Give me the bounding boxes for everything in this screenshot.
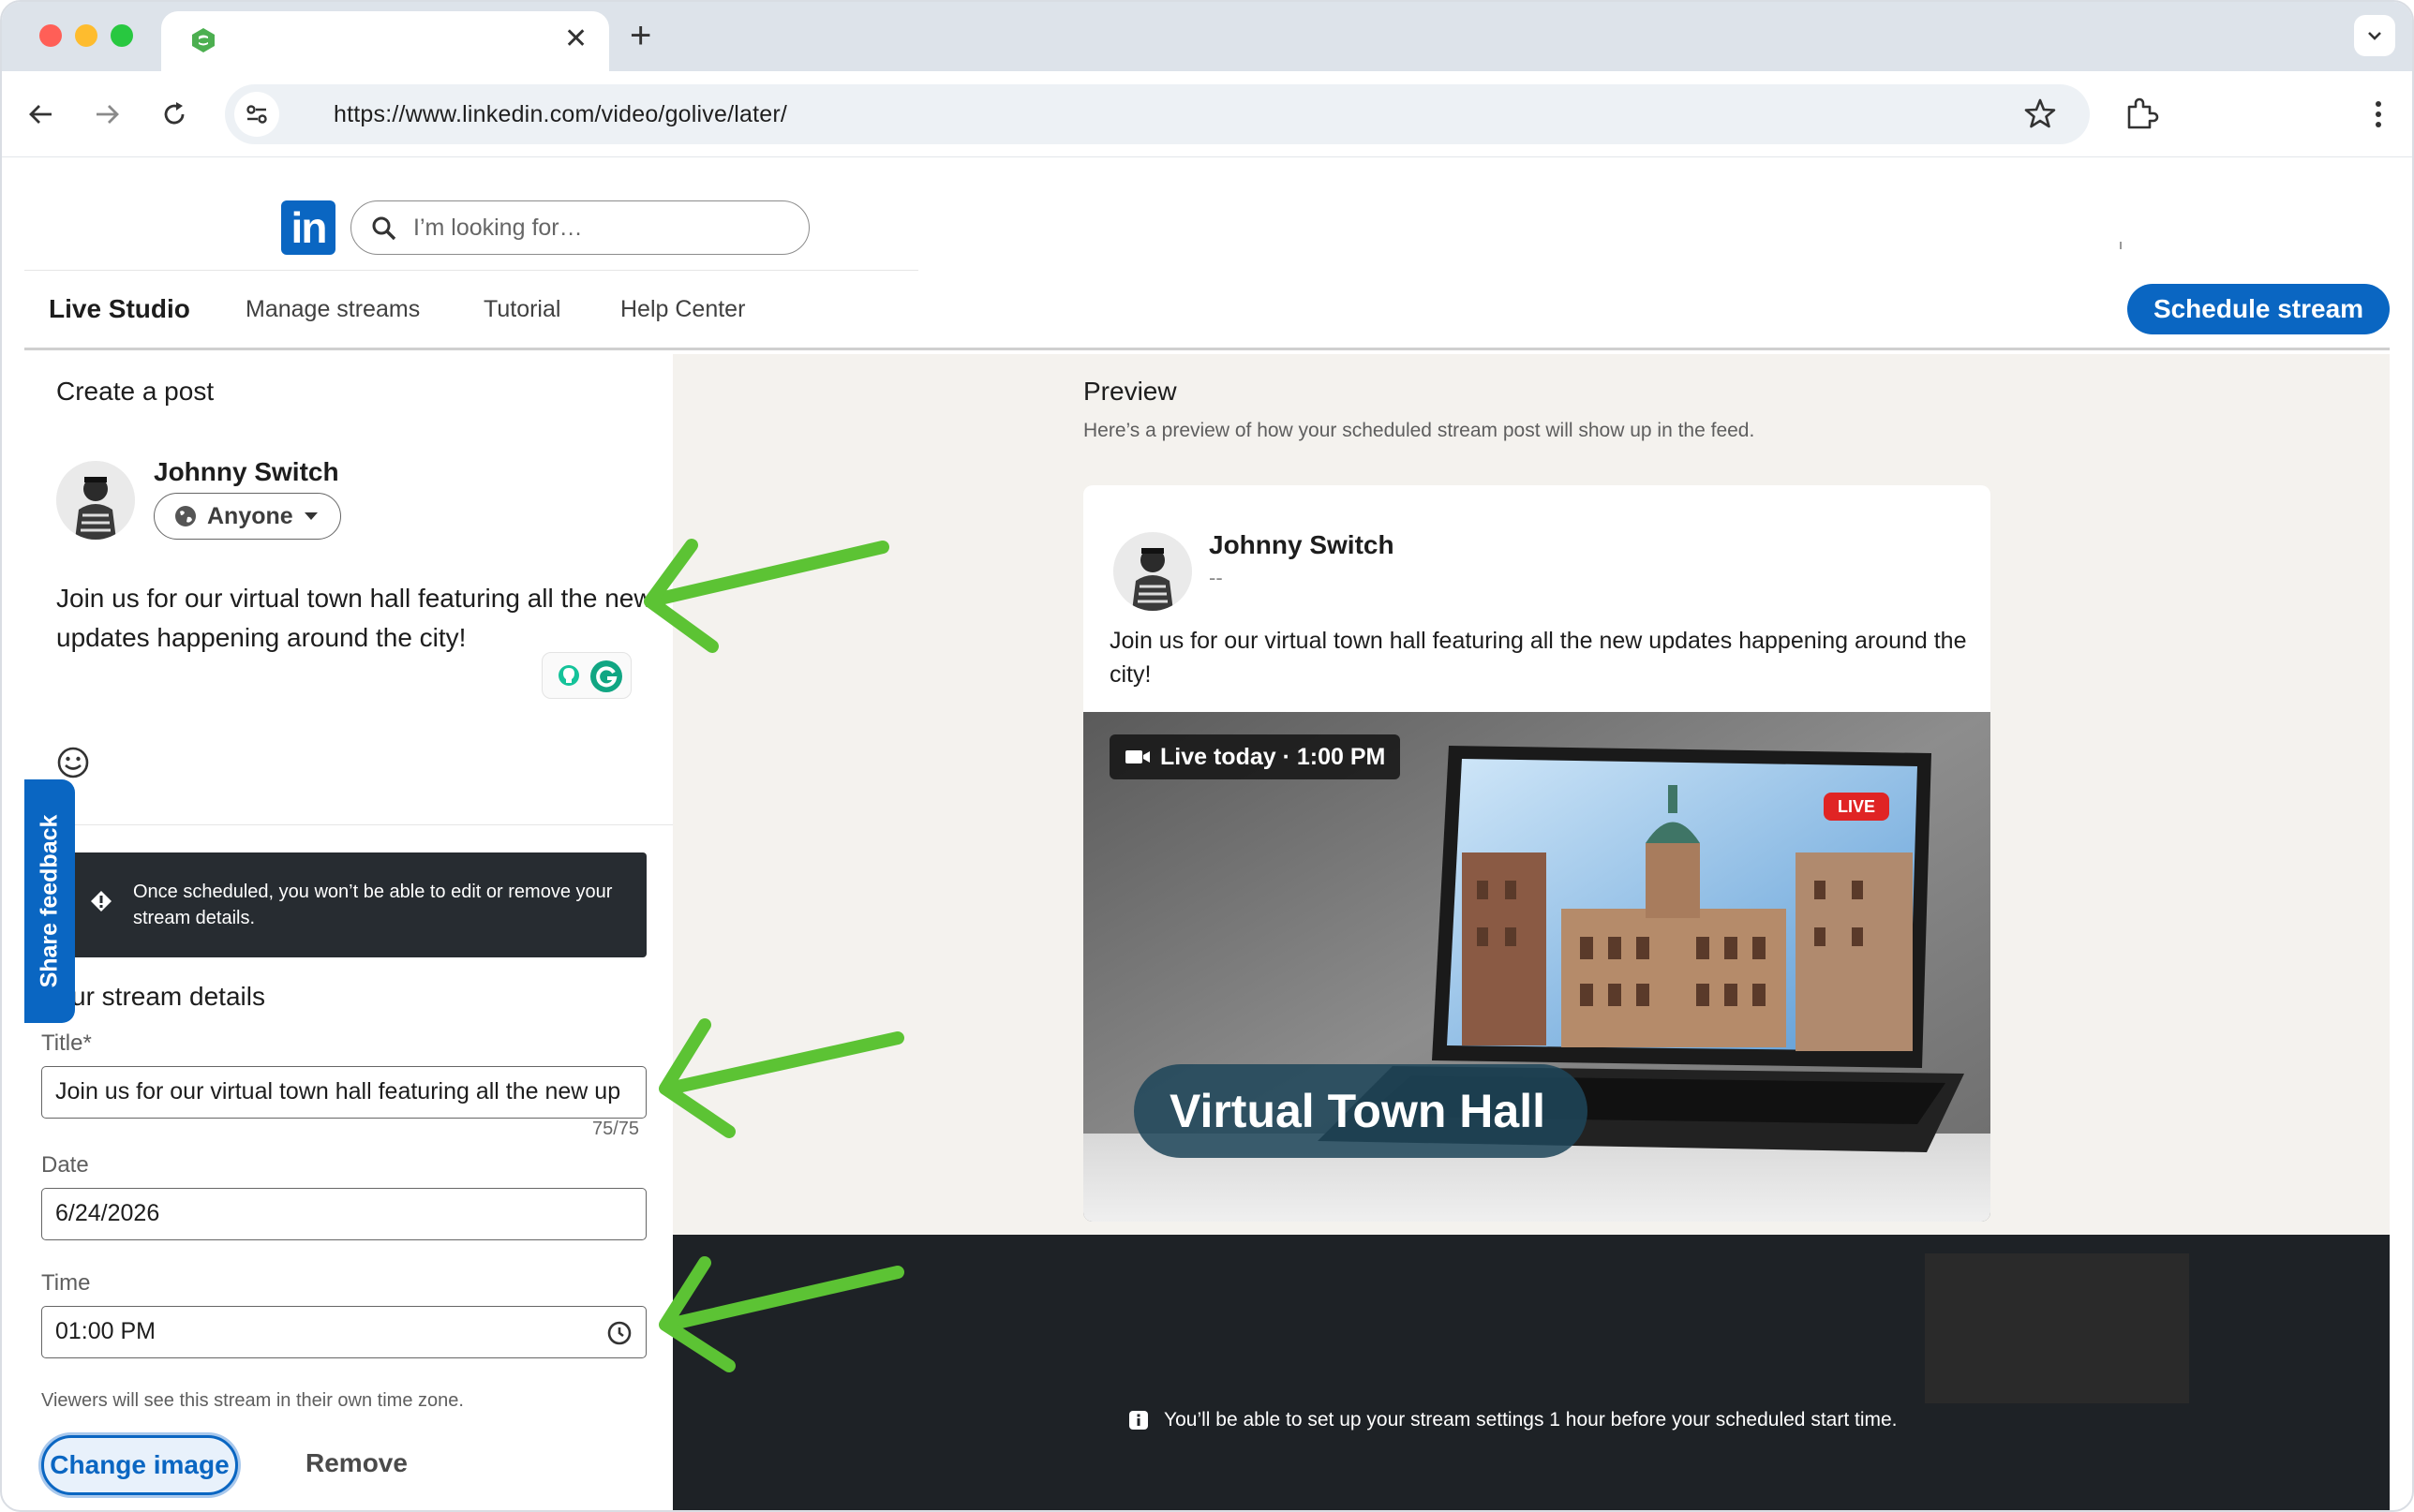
chevron-down-icon <box>2368 32 2381 40</box>
tab-favicon-icon <box>192 28 215 52</box>
post-body-text[interactable]: Join us for our virtual town hall featur… <box>56 579 656 658</box>
browser-window: ✕ + https://www.linkedin.com/video/goliv… <box>0 0 2414 1512</box>
decorative-mark <box>2120 242 2122 249</box>
emoji-icon[interactable] <box>56 746 90 779</box>
share-feedback-label: Share feedback <box>36 814 63 988</box>
maximize-window-button[interactable] <box>111 24 133 47</box>
preview-avatar <box>1113 532 1192 611</box>
reload-button[interactable] <box>152 92 197 137</box>
globe-icon <box>175 506 196 526</box>
forward-button[interactable] <box>84 92 129 137</box>
video-camera-icon <box>1125 750 1150 763</box>
url-text[interactable]: https://www.linkedin.com/video/golive/la… <box>334 101 787 128</box>
warning-icon <box>91 891 112 912</box>
time-value: 01:00 PM <box>55 1318 156 1344</box>
date-input[interactable]: 6/24/2026 <box>41 1188 647 1240</box>
avatar-photo-icon <box>1113 532 1192 611</box>
tab-close-icon[interactable]: ✕ <box>564 22 588 56</box>
preview-subheading: Here’s a preview of how your scheduled s… <box>1083 420 1755 441</box>
time-input[interactable]: 01:00 PM <box>41 1306 647 1358</box>
nav-tutorial[interactable]: Tutorial <box>484 296 560 323</box>
clock-icon[interactable] <box>606 1320 633 1346</box>
live-badge: LIVE <box>1824 793 1889 821</box>
live-studio-nav: Live Studio Manage streams Tutorial Help… <box>24 281 2390 350</box>
schedule-stream-button[interactable]: Schedule stream <box>2127 284 2390 334</box>
stream-settings-panel: You’ll be able to set up your stream set… <box>673 1235 2390 1510</box>
video-placeholder <box>1925 1253 2189 1403</box>
tune-icon <box>246 105 267 124</box>
site-settings-button[interactable] <box>234 92 279 137</box>
browser-toolbar: https://www.linkedin.com/video/golive/la… <box>2 71 2412 157</box>
info-icon <box>1129 1411 1148 1430</box>
timezone-note: Viewers will see this stream in their ow… <box>41 1390 464 1411</box>
annotation-arrow-icon <box>644 539 889 653</box>
bookmark-star-icon[interactable] <box>2022 96 2058 131</box>
live-today-label: Live today · 1:00 PM <box>1160 743 1386 770</box>
section-divider <box>24 824 673 825</box>
preview-post-card: Johnny Switch -- Join us for our virtual… <box>1083 485 1990 1222</box>
grammarly-widget[interactable] <box>542 652 632 699</box>
annotation-arrow-icon <box>659 1256 904 1372</box>
visibility-dropdown[interactable]: Anyone <box>154 493 341 540</box>
create-post-panel: Create a post Johnny Switch Anyone Join … <box>24 354 673 1510</box>
reload-icon <box>164 102 185 125</box>
author-name: Johnny Switch <box>154 457 339 486</box>
visibility-label: Anyone <box>207 502 293 529</box>
stream-settings-note: You’ll be able to set up your stream set… <box>1128 1409 1898 1431</box>
stream-thumbnail: Live today · 1:00 PM LIVE Virtual Town H… <box>1083 712 1990 1222</box>
browser-tab[interactable]: ✕ <box>161 11 609 71</box>
time-label: Time <box>41 1270 91 1296</box>
date-label: Date <box>41 1152 89 1178</box>
nav-live-studio[interactable]: Live Studio <box>49 294 190 324</box>
minimize-window-button[interactable] <box>75 24 97 47</box>
preview-panel: Preview Here’s a preview of how your sch… <box>673 354 2390 1235</box>
nav-help-center[interactable]: Help Center <box>620 296 745 323</box>
grammarly-icon <box>559 660 622 692</box>
title-label: Title* <box>41 1030 92 1056</box>
new-tab-button[interactable]: + <box>630 17 651 54</box>
share-feedback-tab[interactable]: Share feedback <box>24 779 75 1023</box>
tab-search-button[interactable] <box>2354 15 2395 56</box>
header-divider <box>24 270 918 271</box>
schedule-warning-text: Once scheduled, you won’t be able to edi… <box>133 882 613 928</box>
preview-meta: -- <box>1209 566 1223 589</box>
stream-details-heading: ur stream details <box>71 982 265 1011</box>
extensions-puzzle-icon[interactable] <box>2122 96 2159 133</box>
address-bar[interactable]: https://www.linkedin.com/video/golive/la… <box>225 84 2090 144</box>
nav-manage-streams[interactable]: Manage streams <box>246 296 420 323</box>
tab-strip: ✕ + <box>2 2 2412 71</box>
change-image-button[interactable]: Change image <box>41 1435 238 1495</box>
caret-down-icon <box>304 512 318 520</box>
stream-settings-note-text: You’ll be able to set up your stream set… <box>1164 1409 1898 1430</box>
arrow-left-icon <box>29 105 52 124</box>
schedule-warning-banner: Once scheduled, you won’t be able to edi… <box>71 852 647 957</box>
avatar-photo-icon <box>56 461 135 540</box>
create-post-heading: Create a post <box>56 377 215 406</box>
thumbnail-title: Virtual Town Hall <box>1134 1064 1587 1158</box>
arrow-right-icon <box>97 105 119 124</box>
search-box[interactable] <box>350 200 810 255</box>
live-today-tag: Live today · 1:00 PM <box>1110 734 1401 779</box>
preview-heading: Preview <box>1083 377 1177 406</box>
linkedin-logo[interactable]: in <box>281 200 335 255</box>
avatar[interactable] <box>56 461 135 540</box>
back-button[interactable] <box>19 92 64 137</box>
remove-image-button[interactable]: Remove <box>305 1448 408 1478</box>
preview-author-name: Johnny Switch <box>1209 530 1394 559</box>
title-char-counter: 75/75 <box>592 1119 640 1139</box>
close-window-button[interactable] <box>39 24 62 47</box>
annotation-arrow-icon <box>659 1018 904 1138</box>
title-input[interactable]: Join us for our virtual town hall featur… <box>41 1066 647 1119</box>
search-icon <box>372 216 396 241</box>
more-vert-icon[interactable] <box>2360 96 2397 133</box>
preview-body-text: Join us for our virtual town hall featur… <box>1110 628 1967 688</box>
search-input[interactable] <box>413 201 788 254</box>
